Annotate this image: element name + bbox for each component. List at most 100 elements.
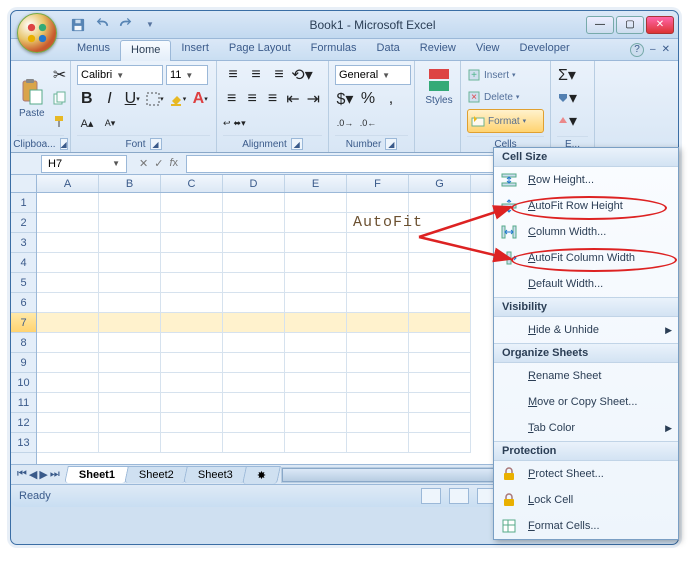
cell-A9[interactable] [37, 353, 99, 373]
cell-E10[interactable] [285, 373, 347, 393]
cell-E4[interactable] [285, 253, 347, 273]
enter-formula-icon[interactable]: ✓ [154, 157, 163, 170]
align-middle-icon[interactable]: ≡ [246, 65, 266, 85]
increase-decimal-icon[interactable]: .0→ [335, 113, 355, 133]
cell-F11[interactable] [347, 393, 409, 413]
clear-icon[interactable]: ▾ [557, 111, 577, 131]
cell-E6[interactable] [285, 293, 347, 313]
cell-D2[interactable] [223, 213, 285, 233]
col-header-G[interactable]: G [409, 175, 471, 192]
cell-B9[interactable] [99, 353, 161, 373]
align-top-icon[interactable]: ≡ [223, 65, 243, 85]
cell-C9[interactable] [161, 353, 223, 373]
tab-formulas[interactable]: Formulas [301, 39, 367, 60]
row-header-6[interactable]: 6 [11, 293, 36, 313]
row-header-12[interactable]: 12 [11, 413, 36, 433]
cell-A12[interactable] [37, 413, 99, 433]
comma-format-icon[interactable]: , [381, 89, 401, 109]
font-dialog-launcher[interactable]: ◢ [150, 138, 162, 150]
row-header-11[interactable]: 11 [11, 393, 36, 413]
cell-G12[interactable] [409, 413, 471, 433]
row-header-13[interactable]: 13 [11, 433, 36, 453]
cell-A6[interactable] [37, 293, 99, 313]
tab-developer[interactable]: Developer [510, 39, 580, 60]
cell-F1[interactable] [347, 193, 409, 213]
tab-home[interactable]: Home [120, 40, 171, 61]
menu-item-lock-cell[interactable]: Lock Cell [494, 487, 678, 513]
cell-C2[interactable] [161, 213, 223, 233]
menu-item-hide-unhide[interactable]: Hide & Unhide▶ [494, 317, 678, 343]
cell-B10[interactable] [99, 373, 161, 393]
menu-item-row-height-[interactable]: Row Height... [494, 167, 678, 193]
cell-G5[interactable] [409, 273, 471, 293]
cell-B3[interactable] [99, 233, 161, 253]
number-dialog-launcher[interactable]: ◢ [385, 138, 397, 150]
font-name-combo[interactable]: Calibri▼ [77, 65, 163, 85]
minimize-button[interactable]: — [586, 16, 614, 34]
tab-view[interactable]: View [466, 39, 510, 60]
help-icon[interactable]: ? [630, 43, 644, 57]
orientation-icon[interactable]: ⟲▾ [292, 65, 312, 85]
cell-C13[interactable] [161, 433, 223, 453]
cell-B1[interactable] [99, 193, 161, 213]
save-icon[interactable] [69, 16, 87, 34]
menu-item-autofit-column-width[interactable]: AutoFit Column Width [494, 245, 678, 271]
cell-G4[interactable] [409, 253, 471, 273]
format-painter-icon[interactable] [50, 111, 70, 131]
cell-B2[interactable] [99, 213, 161, 233]
col-header-E[interactable]: E [285, 175, 347, 192]
italic-button[interactable]: I [100, 89, 120, 109]
name-box[interactable]: H7▼ [41, 155, 127, 173]
format-cells-button[interactable]: Format▾ [471, 111, 526, 131]
cell-D11[interactable] [223, 393, 285, 413]
increase-indent-icon[interactable]: ⇥ [305, 89, 322, 109]
border-button[interactable]: ▾ [145, 89, 165, 109]
mdi-close-icon[interactable]: ✕ [662, 44, 670, 55]
cell-D12[interactable] [223, 413, 285, 433]
maximize-button[interactable]: ▢ [616, 16, 644, 34]
cell-F13[interactable] [347, 433, 409, 453]
col-header-C[interactable]: C [161, 175, 223, 192]
cell-G3[interactable] [409, 233, 471, 253]
page-layout-view-button[interactable] [449, 488, 469, 504]
cell-F6[interactable] [347, 293, 409, 313]
menu-item-rename-sheet[interactable]: Rename Sheet [494, 363, 678, 389]
decrease-indent-icon[interactable]: ⇤ [284, 89, 301, 109]
cell-B12[interactable] [99, 413, 161, 433]
cell-C6[interactable] [161, 293, 223, 313]
row-header-9[interactable]: 9 [11, 353, 36, 373]
cell-E5[interactable] [285, 273, 347, 293]
tab-menus[interactable]: Menus [67, 39, 120, 60]
cell-A5[interactable] [37, 273, 99, 293]
redo-icon[interactable] [117, 16, 135, 34]
cell-B5[interactable] [99, 273, 161, 293]
cell-A4[interactable] [37, 253, 99, 273]
align-left-icon[interactable]: ≡ [223, 89, 240, 109]
row-header-5[interactable]: 5 [11, 273, 36, 293]
tab-review[interactable]: Review [410, 39, 466, 60]
cell-C10[interactable] [161, 373, 223, 393]
shrink-font-icon[interactable]: A▾ [100, 113, 120, 133]
copy-icon[interactable] [50, 88, 70, 108]
first-sheet-icon[interactable]: ⏮ [17, 468, 27, 481]
cell-D7[interactable] [223, 313, 285, 333]
paste-button[interactable]: Paste [17, 76, 47, 121]
cell-C4[interactable] [161, 253, 223, 273]
cell-F9[interactable] [347, 353, 409, 373]
cell-B7[interactable] [99, 313, 161, 333]
cell-F4[interactable] [347, 253, 409, 273]
cell-F5[interactable] [347, 273, 409, 293]
prev-sheet-icon[interactable]: ◀ [29, 468, 37, 481]
row-header-3[interactable]: 3 [11, 233, 36, 253]
row-header-7[interactable]: 7 [11, 313, 36, 333]
cell-D9[interactable] [223, 353, 285, 373]
cell-B13[interactable] [99, 433, 161, 453]
cell-A2[interactable] [37, 213, 99, 233]
undo-icon[interactable] [93, 16, 111, 34]
cell-A7[interactable] [37, 313, 99, 333]
cell-F3[interactable] [347, 233, 409, 253]
col-header-B[interactable]: B [99, 175, 161, 192]
sheet-tab-3[interactable]: Sheet3 [183, 466, 247, 483]
cell-E11[interactable] [285, 393, 347, 413]
cell-G13[interactable] [409, 433, 471, 453]
